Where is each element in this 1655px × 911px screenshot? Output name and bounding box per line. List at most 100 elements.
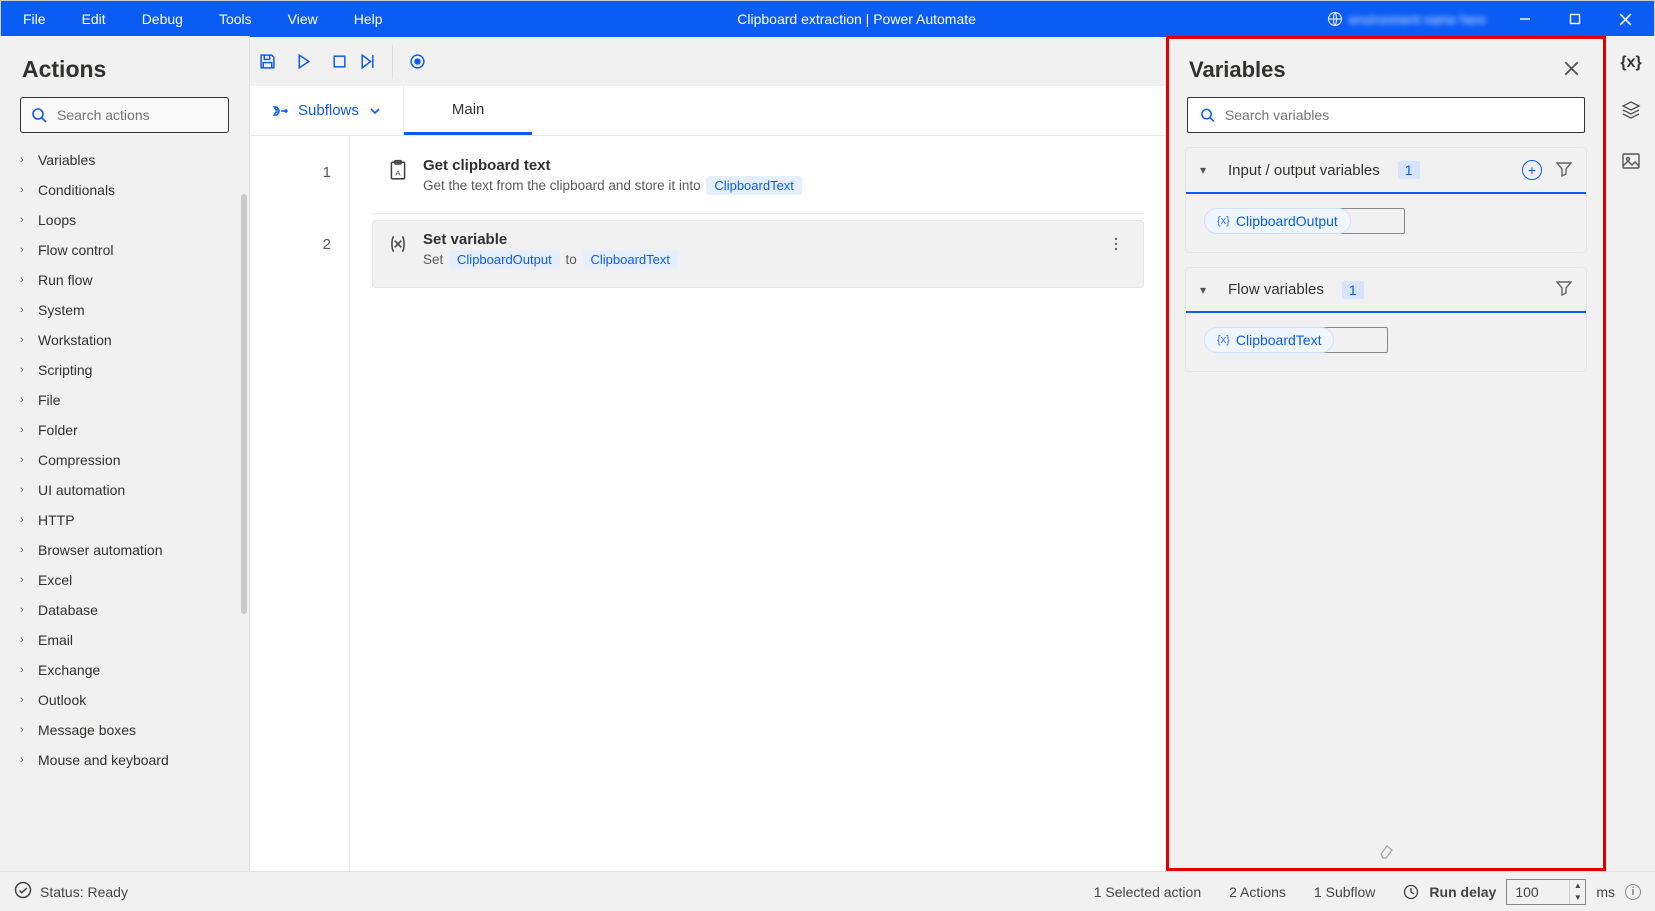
action-category[interactable]: ›Conditionals: [12, 175, 241, 205]
step-set-variable[interactable]: Set variable Set ClipboardOutput to Clip…: [372, 220, 1144, 288]
save-button[interactable]: [249, 44, 285, 80]
variable-chip: ClipboardOutput: [449, 250, 560, 269]
right-rail: {x}: [1606, 36, 1655, 871]
record-button[interactable]: [399, 44, 435, 80]
variable-chip: ClipboardText: [583, 250, 679, 269]
action-category[interactable]: ›Exchange: [12, 655, 241, 685]
chevron-down-icon: [369, 105, 381, 117]
clear-button[interactable]: [1377, 841, 1395, 862]
step-get-clipboard[interactable]: A Get clipboard text Get the text from t…: [372, 146, 1144, 214]
filter-button[interactable]: [1556, 161, 1572, 180]
actions-search-box[interactable]: [20, 97, 229, 133]
menu-help[interactable]: Help: [336, 1, 401, 37]
step-gutter: 1 2: [250, 136, 350, 871]
menu-file[interactable]: File: [5, 1, 64, 37]
action-category[interactable]: ›Outlook: [12, 685, 241, 715]
action-category[interactable]: ›UI automation: [12, 475, 241, 505]
run-delay-field[interactable]: 100 ▲▼: [1506, 879, 1586, 905]
variables-panel: Variables ▾ Input / output variables 1 +…: [1166, 36, 1606, 871]
actions-tree[interactable]: ›Variables›Conditionals›Loops›Flow contr…: [0, 145, 249, 871]
subflows-bar: Subflows Main: [250, 86, 1166, 136]
menu-view[interactable]: View: [270, 1, 336, 37]
menu-tools[interactable]: Tools: [201, 1, 270, 37]
actions-panel: Actions ›Variables›Conditionals›Loops›Fl…: [0, 36, 250, 871]
step-desc: Set ClipboardOutput to ClipboardText: [423, 250, 1089, 269]
action-category[interactable]: ›Variables: [12, 145, 241, 175]
action-category[interactable]: ›HTTP: [12, 505, 241, 535]
variable-pill[interactable]: {x}ClipboardOutput: [1204, 208, 1351, 234]
stop-button[interactable]: [321, 44, 357, 80]
scrollbar-thumb[interactable]: [241, 194, 247, 614]
action-category[interactable]: ›Database: [12, 595, 241, 625]
variable-row[interactable]: {x}ClipboardOutput: [1204, 208, 1568, 234]
action-category[interactable]: ›Excel: [12, 565, 241, 595]
action-category[interactable]: ›Loops: [12, 205, 241, 235]
action-category[interactable]: ›File: [12, 385, 241, 415]
menu-debug[interactable]: Debug: [124, 1, 201, 37]
info-icon[interactable]: i: [1625, 884, 1641, 900]
action-category[interactable]: ›Message boxes: [12, 715, 241, 745]
io-variables-group: ▾ Input / output variables 1 + {x}Clipbo…: [1185, 147, 1587, 253]
layers-rail-button[interactable]: [1621, 100, 1641, 123]
step-title: Set variable: [423, 231, 1089, 248]
step-number: 2: [250, 236, 349, 308]
group-title: Input / output variables: [1228, 162, 1380, 179]
delay-decrease[interactable]: ▼: [1570, 892, 1585, 904]
collapse-toggle[interactable]: ▾: [1200, 283, 1214, 297]
subflows-dropdown[interactable]: Subflows: [250, 86, 404, 135]
variables-rail-button[interactable]: {x}: [1620, 54, 1641, 72]
window-title: Clipboard extraction | Power Automate: [401, 11, 1313, 27]
run-button[interactable]: [285, 44, 321, 80]
flow-variables-group: ▾ Flow variables 1 {x}ClipboardText: [1185, 267, 1587, 372]
count-badge: 1: [1398, 161, 1420, 179]
action-category[interactable]: ›System: [12, 295, 241, 325]
subflows-label-text: Subflows: [298, 102, 359, 119]
run-delay-value: 100: [1515, 884, 1538, 900]
variable-icon: {x}: [1217, 215, 1230, 227]
step-title: Get clipboard text: [423, 157, 1129, 174]
filter-button[interactable]: [1556, 280, 1572, 299]
action-category[interactable]: ›Flow control: [12, 235, 241, 265]
variable-chip: ClipboardText: [706, 176, 802, 195]
clipboard-icon: A: [387, 159, 409, 181]
variables-panel-title: Variables: [1189, 57, 1560, 83]
steps-list: A Get clipboard text Get the text from t…: [350, 136, 1166, 871]
minimize-button[interactable]: [1500, 1, 1550, 37]
action-category[interactable]: ›Compression: [12, 445, 241, 475]
status-bar: Status: Ready 1 Selected action 2 Action…: [0, 871, 1655, 911]
window-controls: [1500, 1, 1650, 37]
actions-search-input[interactable]: [57, 107, 218, 123]
variable-icon: [387, 233, 409, 255]
action-category[interactable]: ›Mouse and keyboard: [12, 745, 241, 775]
maximize-button[interactable]: [1550, 1, 1600, 37]
images-rail-button[interactable]: [1621, 151, 1641, 174]
close-button[interactable]: [1600, 1, 1650, 37]
action-category[interactable]: ›Workstation: [12, 325, 241, 355]
add-variable-button[interactable]: +: [1522, 160, 1542, 180]
delay-increase[interactable]: ▲: [1570, 880, 1585, 892]
action-category[interactable]: ›Email: [12, 625, 241, 655]
status-subflow-count: 1 Subflow: [1314, 884, 1375, 900]
variable-row[interactable]: {x}ClipboardText: [1204, 327, 1568, 353]
status-actions-count: 2 Actions: [1229, 884, 1286, 900]
step-desc: Get the text from the clipboard and stor…: [423, 176, 1129, 195]
clock-icon: [1403, 884, 1419, 900]
variables-search-input[interactable]: [1225, 107, 1572, 123]
run-delay-label: Run delay: [1429, 884, 1496, 900]
group-title: Flow variables: [1228, 281, 1324, 298]
variables-search-box[interactable]: [1187, 97, 1585, 133]
menu-edit[interactable]: Edit: [64, 1, 124, 37]
environment-badge[interactable]: environment name here: [1313, 11, 1500, 27]
action-category[interactable]: ›Folder: [12, 415, 241, 445]
collapse-toggle[interactable]: ▾: [1200, 163, 1214, 177]
run-delay-unit: ms: [1596, 884, 1615, 900]
step-button[interactable]: [357, 44, 393, 80]
action-category[interactable]: ›Scripting: [12, 355, 241, 385]
flow-canvas: 1 2 A Get clipboard text Get the text fr…: [250, 136, 1166, 871]
action-category[interactable]: ›Run flow: [12, 265, 241, 295]
variable-pill[interactable]: {x}ClipboardText: [1204, 327, 1334, 353]
subflow-tab-main[interactable]: Main: [404, 86, 533, 135]
step-more-button[interactable]: [1103, 231, 1129, 260]
action-category[interactable]: ›Browser automation: [12, 535, 241, 565]
close-panel-button[interactable]: [1560, 57, 1583, 83]
